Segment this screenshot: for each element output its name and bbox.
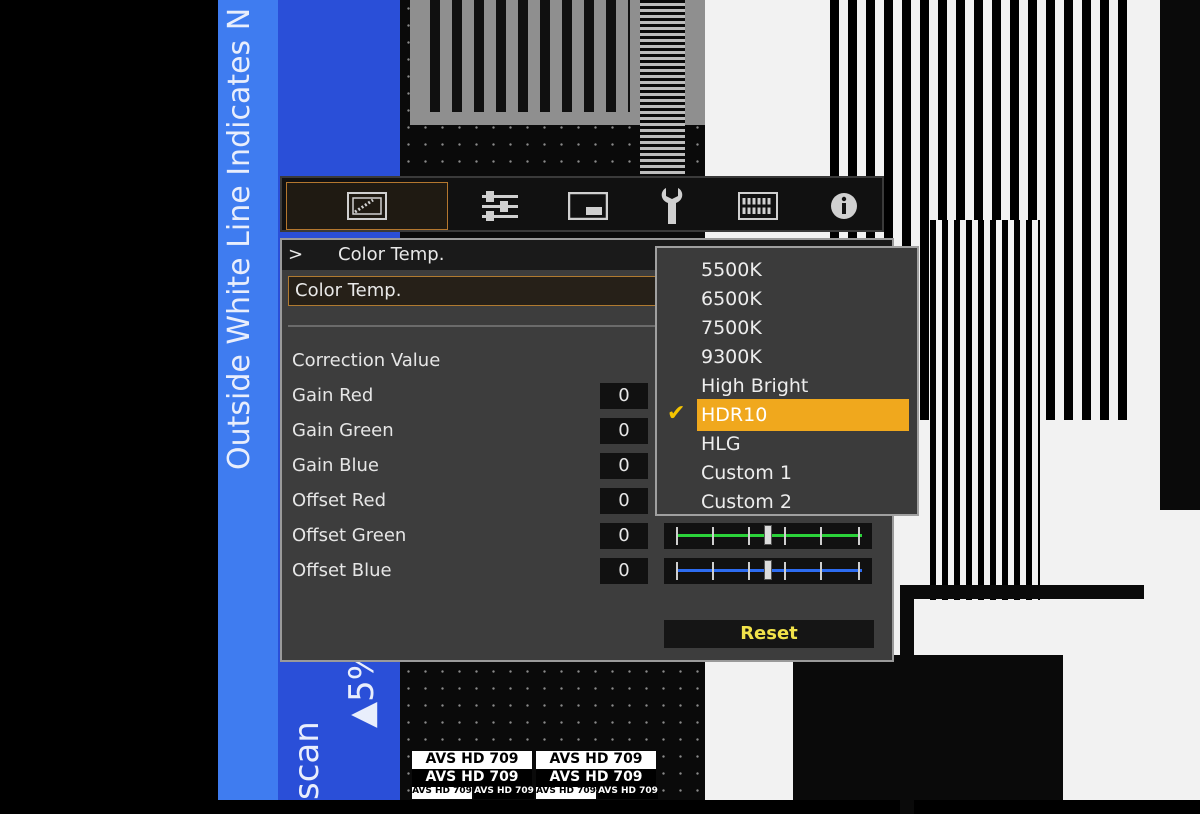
- avs-label: AVS HD 709: [412, 787, 472, 799]
- row-label: Gain Green: [292, 420, 394, 441]
- avs-label: AVS HD 709: [536, 769, 656, 787]
- tab-adjust[interactable]: [472, 182, 528, 230]
- info-icon: [831, 193, 857, 219]
- slider-tick: [858, 562, 860, 580]
- avs-labels: AVS HD 709 AVS HD 709 AVS HD 709 AVS HD …: [412, 751, 660, 800]
- tab-picture[interactable]: [286, 182, 448, 230]
- option-5500k[interactable]: 5500K: [697, 254, 909, 286]
- option-hlg[interactable]: HLG: [697, 428, 909, 460]
- slider-tick: [748, 527, 750, 545]
- row-label: Offset Blue: [292, 560, 392, 581]
- row-label: Offset Green: [292, 525, 407, 546]
- sliders-icon: [482, 191, 518, 221]
- adjust-slider[interactable]: [664, 558, 872, 584]
- slider-tick: [820, 562, 822, 580]
- screen-icon: [568, 192, 608, 220]
- value-field[interactable]: 0: [600, 383, 648, 409]
- black-border-right: [1160, 0, 1200, 510]
- side-caption: Outside White Line Indicates N: [222, 7, 257, 470]
- menu-tab-bar: [280, 176, 884, 232]
- breadcrumb-arrow: >: [288, 244, 304, 265]
- slider-knob[interactable]: [764, 525, 772, 545]
- option-6500k[interactable]: 6500K: [697, 283, 909, 315]
- checkmark-icon: ✔: [667, 401, 686, 426]
- wrench-icon: [661, 188, 683, 224]
- option-custom-2[interactable]: Custom 2: [697, 486, 909, 518]
- row-label: Gain Red: [292, 385, 374, 406]
- scan-caption: scan: [287, 721, 327, 800]
- slider-tick: [858, 527, 860, 545]
- value-field[interactable]: 0: [600, 488, 648, 514]
- slider-tick: [784, 527, 786, 545]
- avs-label: AVS HD 709: [474, 787, 534, 799]
- value-field[interactable]: 0: [600, 523, 648, 549]
- breadcrumb-title: Color Temp.: [338, 244, 445, 265]
- horizontal-lines: [640, 0, 685, 175]
- resolution-wedge-fine: [930, 220, 1040, 600]
- value-field[interactable]: 0: [600, 453, 648, 479]
- slider-tick: [748, 562, 750, 580]
- color-temp-setting[interactable]: Color Temp.: [288, 276, 658, 306]
- grid-icon: [738, 192, 778, 220]
- slider-tick: [676, 527, 678, 545]
- slider-tick: [820, 527, 822, 545]
- correction-value-label: Correction Value: [292, 350, 441, 371]
- row-label: Offset Red: [292, 490, 386, 511]
- option-9300k[interactable]: 9300K: [697, 341, 909, 373]
- slider-tick: [784, 562, 786, 580]
- avs-label: AVS HD 709: [412, 769, 532, 787]
- tab-settings[interactable]: [644, 182, 700, 230]
- avs-label: AVS HD 709: [412, 751, 532, 769]
- adjust-slider[interactable]: [664, 523, 872, 549]
- picture-icon: [347, 192, 387, 220]
- tab-info[interactable]: [816, 182, 872, 230]
- slider-knob[interactable]: [764, 560, 772, 580]
- avs-label: AVS HD 709: [536, 751, 656, 769]
- value-field[interactable]: 0: [600, 418, 648, 444]
- option-hdr10[interactable]: HDR10: [697, 399, 909, 431]
- option-high-bright[interactable]: High Bright: [697, 370, 909, 402]
- vertical-bars: [430, 0, 630, 112]
- avs-label: AVS HD 709: [598, 787, 658, 799]
- dot-grid-lower: [793, 655, 1063, 800]
- row-label: Gain Blue: [292, 455, 379, 476]
- option-custom-1[interactable]: Custom 1: [697, 457, 909, 489]
- tab-screen[interactable]: [560, 182, 616, 230]
- slider-tick: [712, 562, 714, 580]
- avs-label: AVS HD 709: [536, 787, 596, 799]
- value-field[interactable]: 0: [600, 558, 648, 584]
- slider-tick: [676, 562, 678, 580]
- white-column: [720, 640, 790, 800]
- divider: [288, 325, 668, 327]
- color-temp-dropdown: 5500K 6500K 7500K 9300K High Bright HDR10 ✔ HLG…: [655, 246, 919, 516]
- option-7500k[interactable]: 7500K: [697, 312, 909, 344]
- tab-network[interactable]: [730, 182, 786, 230]
- reset-button[interactable]: Reset: [664, 620, 874, 648]
- slider-tick: [712, 527, 714, 545]
